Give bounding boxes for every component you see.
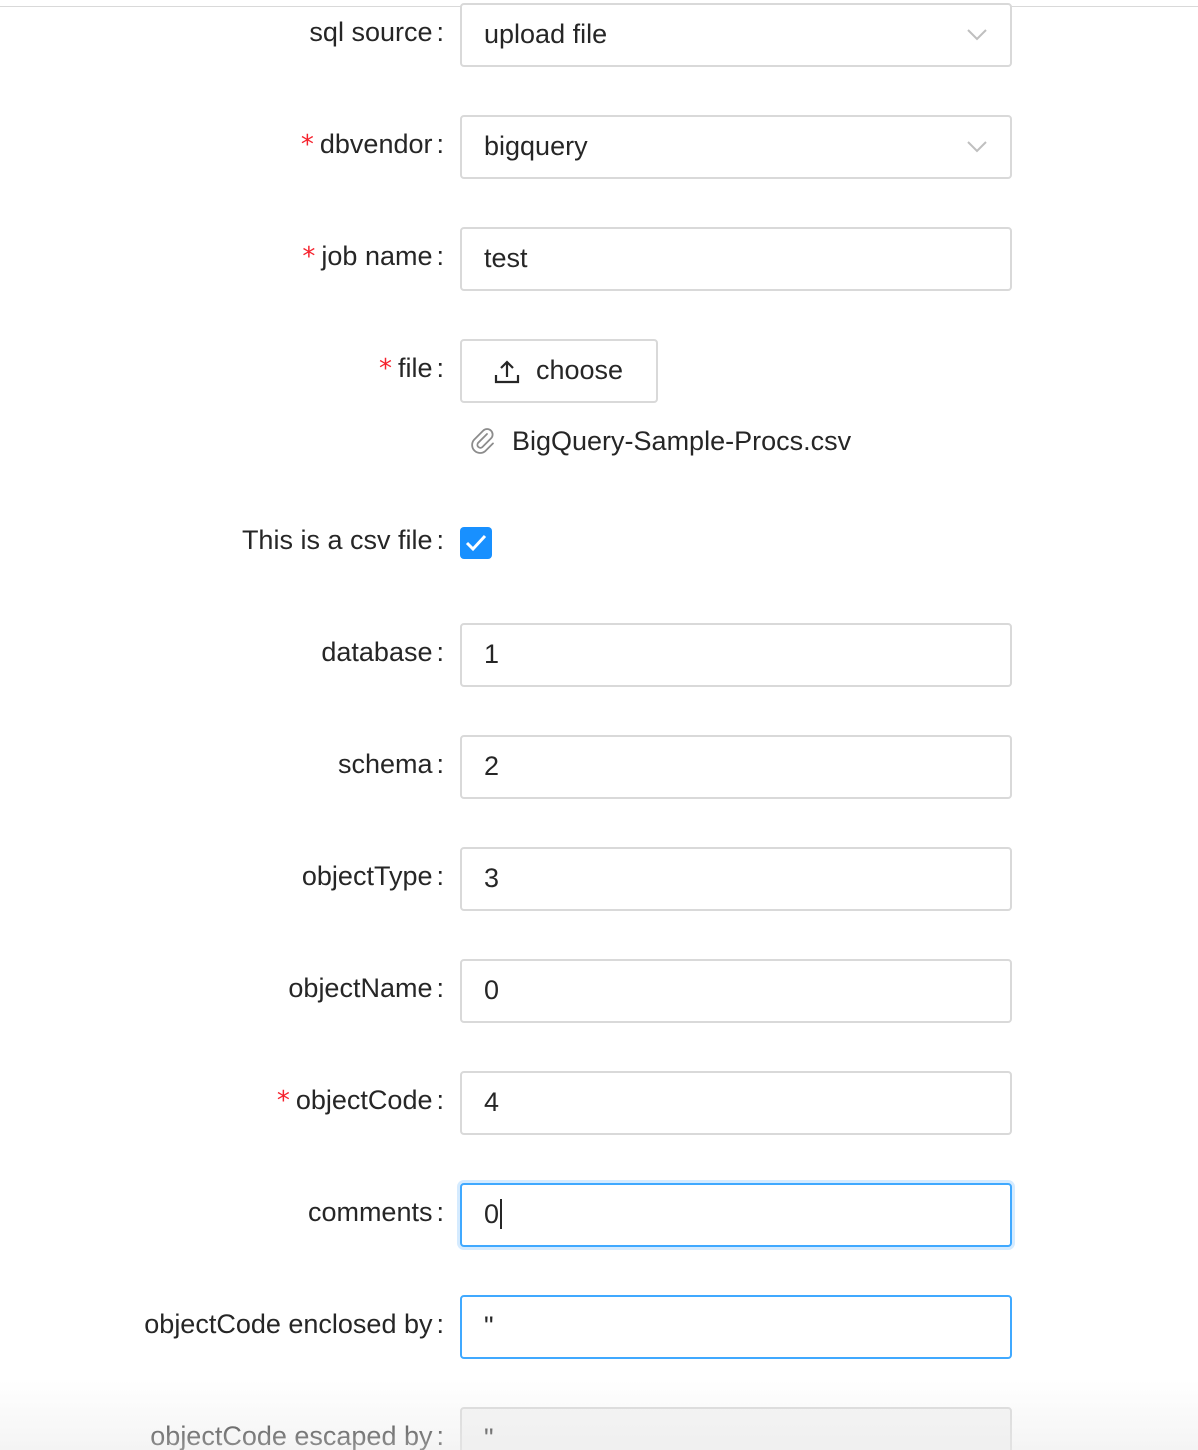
database-row: database: 1 (0, 623, 1198, 687)
schema-label: schema: (337, 749, 444, 779)
job-name-value: test (484, 243, 528, 273)
schema-value: 2 (484, 751, 500, 781)
uploaded-file-name: BigQuery-Sample-Procs.csv (512, 426, 852, 456)
comments-value: 0 (484, 1199, 500, 1229)
comments-label: comments: (307, 1197, 444, 1227)
job-form-page: sql source: upload file * dbvendor: bigqu… (0, 0, 1198, 1450)
comments-input[interactable]: 0 (460, 1183, 1012, 1247)
dbvendor-value: bigquery (484, 131, 588, 161)
escaped-by-value: " (484, 1423, 494, 1450)
choose-file-button[interactable]: choose (460, 339, 658, 403)
dbvendor-row: * dbvendor: bigquery (0, 115, 1198, 179)
text-cursor (500, 1198, 503, 1229)
database-value: 1 (484, 639, 500, 669)
dbvendor-label: * dbvendor: (300, 129, 444, 160)
check-icon (465, 534, 487, 552)
enclosed-by-row: objectCode enclosed by: " (0, 1295, 1198, 1359)
csv-flag-label: This is a csv file: (241, 525, 444, 555)
database-input[interactable]: 1 (460, 623, 1012, 687)
sql-source-row: sql source: upload file (0, 3, 1198, 67)
upload-icon (494, 360, 520, 384)
object-type-row: objectType: 3 (0, 847, 1198, 911)
object-code-value: 4 (484, 1087, 500, 1117)
object-type-label: objectType: (301, 861, 444, 891)
sql-source-value: upload file (484, 19, 608, 49)
schema-row: schema: 2 (0, 735, 1198, 799)
job-name-row: * job name: test (0, 227, 1198, 291)
object-name-row: objectName: 0 (0, 959, 1198, 1023)
paperclip-icon (471, 428, 494, 454)
database-label: database: (321, 637, 444, 667)
required-mark: * (378, 354, 392, 384)
file-row: * file: choose (0, 339, 1198, 403)
required-mark: * (276, 1086, 290, 1116)
enclosed-by-value: " (484, 1311, 494, 1341)
object-type-input[interactable]: 3 (460, 847, 1012, 911)
file-label: * file: (378, 353, 444, 384)
job-name-input[interactable]: test (460, 227, 1012, 291)
comments-row: comments: 0 (0, 1183, 1198, 1247)
dbvendor-select[interactable]: bigquery (460, 115, 1012, 179)
object-code-label: * objectCode: (276, 1085, 444, 1116)
enclosed-by-label: objectCode enclosed by: (144, 1309, 444, 1339)
object-name-label: objectName: (288, 973, 444, 1003)
object-code-row: * objectCode: 4 (0, 1071, 1198, 1135)
sql-source-select[interactable]: upload file (460, 3, 1012, 67)
chevron-down-icon (967, 29, 987, 41)
object-code-input[interactable]: 4 (460, 1071, 1012, 1135)
chevron-down-icon (967, 141, 987, 153)
object-name-value: 0 (484, 975, 500, 1005)
sql-source-label: sql source: (309, 17, 444, 47)
job-name-label: * job name: (302, 241, 444, 272)
schema-input[interactable]: 2 (460, 735, 1012, 799)
required-mark: * (300, 130, 314, 160)
choose-file-label: choose (536, 355, 624, 385)
object-type-value: 3 (484, 863, 500, 893)
escaped-by-row: objectCode escaped by: " (0, 1407, 1198, 1450)
object-name-input[interactable]: 0 (460, 959, 1012, 1023)
csv-file-checkbox[interactable] (460, 527, 492, 559)
enclosed-by-input[interactable]: " (460, 1295, 1012, 1359)
escaped-by-label: objectCode escaped by: (150, 1421, 444, 1450)
escaped-by-input[interactable]: " (460, 1407, 1012, 1450)
csv-flag-row: This is a csv file: (0, 511, 1198, 575)
required-mark: * (302, 242, 316, 272)
